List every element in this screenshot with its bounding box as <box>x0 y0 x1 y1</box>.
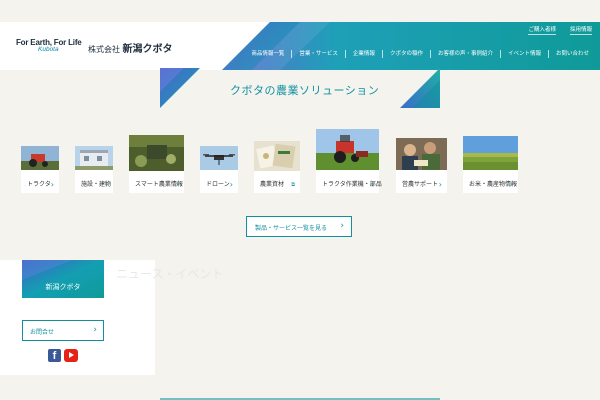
card-drone[interactable]: ドローン › <box>200 146 238 193</box>
nav-item-contact[interactable]: お問い合わせ <box>547 50 596 58</box>
contact-button[interactable]: お問合せ › <box>22 320 104 341</box>
nav-item-cases[interactable]: お客様の声・事例紹介 <box>429 50 500 58</box>
chevron-right-icon: › <box>509 180 513 189</box>
nav-item-company[interactable]: 企業情報 <box>344 50 382 58</box>
chevron-right-icon: › <box>175 180 179 189</box>
faded-heading: ニュース・イベント <box>116 267 224 281</box>
nav-item-service[interactable]: 営業・サービス <box>291 50 345 58</box>
card-label: トラクタ <box>27 181 51 188</box>
card-facility[interactable]: 施設・建物 › <box>75 146 113 193</box>
view-all-label: 製品・サービス一覧を見る <box>255 225 328 232</box>
card-smart-farming[interactable]: スマート農業情報 › <box>129 135 184 193</box>
chevron-right-icon: › <box>370 180 374 189</box>
card-rice-produce[interactable]: お米・農産物情報 › <box>463 136 518 193</box>
card-materials[interactable]: 農業資材 ⧉ <box>254 141 300 193</box>
contact-label: お問合せ <box>30 329 55 336</box>
drone-thumbnail <box>200 146 238 170</box>
sidebar-banner[interactable]: 新潟クボタ <box>22 260 104 298</box>
tractor-thumbnail <box>21 146 59 170</box>
sidebar-banner-background <box>22 260 104 298</box>
util-link-recruit[interactable]: 採用情報 <box>569 25 592 35</box>
util-link-purchasers[interactable]: ご購入者様 <box>528 25 556 35</box>
chevron-right-icon: › <box>438 180 442 189</box>
materials-thumbnail <box>254 141 300 171</box>
chevron-right-icon: › <box>229 180 233 189</box>
external-link-icon: ⧉ <box>291 182 295 188</box>
youtube-icon[interactable] <box>64 349 78 362</box>
farm-support-thumbnail <box>396 138 447 170</box>
company-prefix: 株式会社 <box>88 45 120 54</box>
chevron-right-icon: › <box>50 180 54 189</box>
global-nav: 商品情報一覧 営業・サービス 企業情報 クボタの稲作 お客様の声・事例紹介 イベ… <box>244 50 596 58</box>
smart-farming-thumbnail <box>129 135 184 171</box>
header-decoration <box>222 22 600 70</box>
facility-thumbnail <box>75 146 113 170</box>
chevron-right-icon: › <box>104 180 108 189</box>
implements-thumbnail <box>316 129 379 170</box>
nav-item-events[interactable]: イベント情報 <box>499 50 548 58</box>
card-label: 営農サポート <box>402 181 439 188</box>
chevron-right-icon: › <box>340 221 344 231</box>
nav-item-rice[interactable]: クボタの稲作 <box>381 50 430 58</box>
nav-item-products[interactable]: 商品情報一覧 <box>244 50 291 58</box>
card-implements[interactable]: トラクタ作業機・部品 › <box>316 129 382 193</box>
sidebar-banner-label: 新潟クボタ <box>45 283 81 291</box>
kubota-logo[interactable]: For Earth, For Life Kubota <box>16 38 82 53</box>
logo-wordmark: Kubota <box>38 46 59 53</box>
card-label: ドローン <box>206 181 230 188</box>
company-title: 新潟クボタ <box>122 44 173 55</box>
card-tractor[interactable]: トラクタ › <box>21 146 59 193</box>
card-farm-support[interactable]: 営農サポート › <box>396 138 447 193</box>
facebook-icon[interactable]: f <box>48 349 61 362</box>
utility-nav: ご購入者様 採用情報 <box>514 25 592 35</box>
view-all-products-button[interactable]: 製品・サービス一覧を見る › <box>246 216 352 237</box>
company-name[interactable]: 株式会社 新潟クボタ <box>88 40 173 55</box>
card-label: 農業資材 <box>260 181 285 188</box>
rice-field-thumbnail <box>463 136 518 170</box>
section-title: クボタの農業ソリューション <box>230 84 380 97</box>
chevron-right-icon: › <box>93 325 97 335</box>
